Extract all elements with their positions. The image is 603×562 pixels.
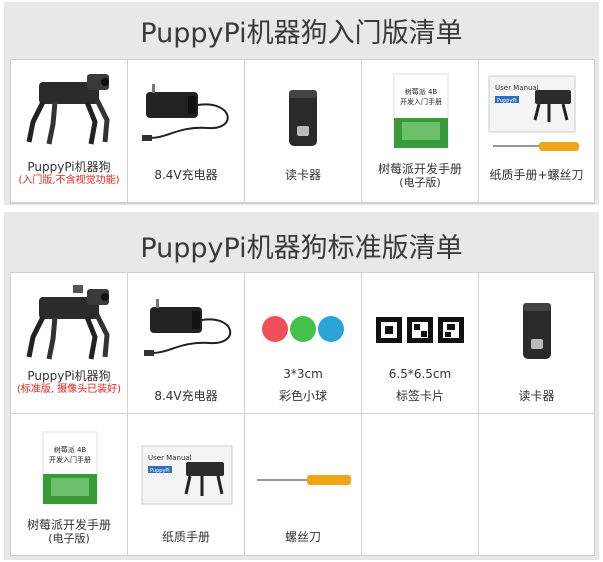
tag-cards-label: 标签卡片 (395, 389, 444, 403)
item-color-balls: 3*3cm 彩色小球 (245, 273, 362, 414)
standard-kit-title: PuppyPi机器狗标准版清单 (140, 233, 463, 264)
book-title-line1: 树莓派 4B (405, 87, 438, 96)
paper-manual-label: 纸质手册 (161, 530, 210, 544)
dev-manual-standard-label: 树莓派开发手册 (26, 518, 111, 532)
starter-kit-grid: PuppyPi机器狗 (入门版,不含视觉功能) 8.4V充电器 读卡器 树莓派 … (10, 59, 595, 204)
robot-dog-image (26, 74, 110, 145)
screwdriver-image (257, 475, 351, 485)
starter-kit-title: PuppyPi机器狗入门版清单 (140, 18, 463, 49)
paper-manual-title: User Manual (148, 454, 192, 462)
card-reader-label: 读卡器 (284, 168, 321, 182)
dev-manual-note: (电子版) (399, 176, 441, 189)
manual-screwdriver-label: 纸质手册+螺丝刀 (489, 168, 584, 182)
item-card-reader: 读卡器 (245, 60, 362, 203)
book-standard-title-line1: 树莓派 4B (54, 445, 87, 454)
charger-standard-image (144, 299, 231, 356)
item-charger: 8.4V充电器 (128, 60, 245, 203)
charger-label: 8.4V充电器 (154, 168, 218, 182)
robot-dog-standard-note: (标准版, 摄像头已装好) (16, 384, 122, 395)
item-dev-manual: 树莓派 4B 开发入门手册 树莓派开发手册 (电子版) (362, 60, 479, 203)
robot-dog-label: PuppyPi机器狗 (27, 160, 111, 174)
robot-dog-note: (入门版,不含视觉功能) (18, 175, 120, 186)
dev-manual-standard-image: 树莓派 4B 开发入门手册 (42, 431, 98, 505)
standard-kit-section: PuppyPi机器狗标准版清单 PuppyPi机器狗 (标准版, 摄像头已装好) (4, 212, 599, 560)
color-balls-spec: 3*3cm (283, 367, 323, 381)
starter-kit-section: PuppyPi机器狗入门版清单 PuppyPi机器狗 (入门版,不含视觉功能) (4, 2, 599, 205)
tag-cards-spec: 6.5*6.5cm (388, 367, 452, 381)
book-standard-title-line2: 开发入门手册 (49, 455, 91, 464)
robot-dog-standard-label: PuppyPi机器狗 (27, 369, 111, 383)
color-balls-label: 彩色小球 (278, 389, 327, 403)
book-title-line2: 开发入门手册 (400, 97, 442, 106)
empty-cell-1 (362, 414, 479, 555)
color-balls-image (262, 316, 344, 342)
standard-kit-grid: PuppyPi机器狗 (标准版, 摄像头已装好) 8.4V充电器 3*3cm 彩… (10, 272, 595, 556)
charger-image (142, 84, 229, 141)
dev-manual-standard-note: (电子版) (48, 532, 90, 545)
item-tag-cards: 6.5*6.5cm 标签卡片 (362, 273, 479, 414)
item-screwdriver: 螺丝刀 (245, 414, 362, 555)
manual-title: User Manual (495, 84, 539, 92)
screwdriver-label: 螺丝刀 (284, 530, 321, 544)
item-manual-screwdriver: User Manual PuppyPi 纸质手册+螺丝刀 (479, 60, 594, 203)
item-charger-standard: 8.4V充电器 (128, 273, 245, 414)
item-robot-dog: PuppyPi机器狗 (入门版,不含视觉功能) (11, 60, 128, 203)
item-paper-manual: User Manual PuppyPi 纸质手册 (128, 414, 245, 555)
card-reader-standard-image (523, 303, 551, 359)
tag-cards-image (376, 317, 464, 343)
item-robot-dog-standard: PuppyPi机器狗 (标准版, 摄像头已装好) (11, 273, 128, 414)
empty-cell-2 (479, 414, 594, 555)
robot-dog-standard-image (26, 285, 110, 360)
card-reader-image (289, 90, 317, 146)
manual-screwdriver-image: User Manual PuppyPi (488, 75, 579, 151)
card-reader-standard-label: 读卡器 (518, 389, 555, 403)
charger-standard-label: 8.4V充电器 (154, 389, 218, 403)
manual-brand: PuppyPi (497, 98, 517, 104)
item-card-reader-standard: 读卡器 (479, 273, 594, 414)
paper-manual-brand: PuppyPi (150, 468, 170, 474)
dev-manual-image: 树莓派 4B 开发入门手册 (393, 73, 449, 149)
paper-manual-image: User Manual PuppyPi (141, 445, 233, 505)
dev-manual-label: 树莓派开发手册 (377, 162, 462, 176)
item-dev-manual-standard: 树莓派 4B 开发入门手册 树莓派开发手册 (电子版) (11, 414, 128, 555)
